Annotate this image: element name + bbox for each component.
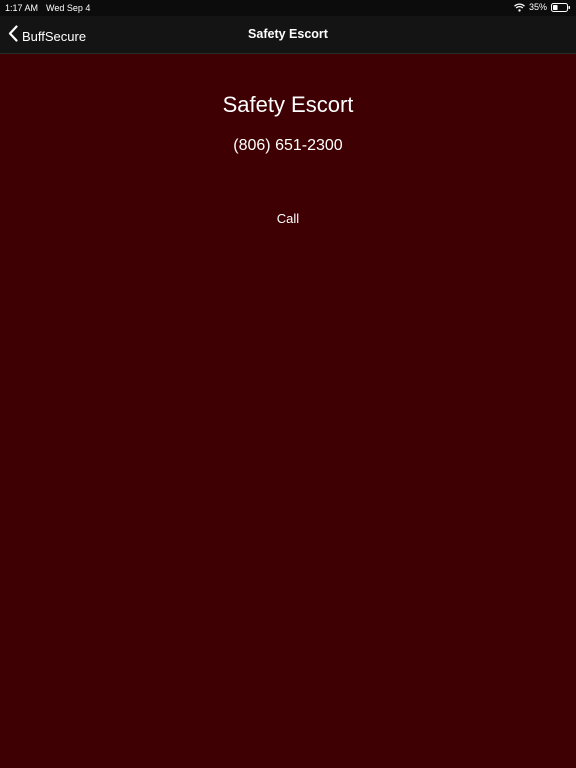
battery-percent: 35%	[528, 2, 547, 12]
call-button[interactable]: Call	[258, 208, 318, 228]
status-indicators: 35%	[514, 2, 571, 12]
status-date: Wed Sep 4	[46, 3, 91, 13]
status-bar: 1:17 AM Wed Sep 4 35%	[0, 0, 576, 16]
phone-number: (806) 651-2300	[233, 137, 343, 154]
content-area: Safety Escort (806) 651-2300 Call	[0, 54, 576, 768]
navigation-bar: BuffSecure Safety Escort	[0, 16, 576, 54]
status-time: 1:17 AM	[5, 3, 39, 13]
wifi-icon	[514, 2, 525, 12]
battery-icon	[551, 2, 571, 12]
page-title: Safety Escort	[222, 92, 354, 117]
app-screen: 1:17 AM Wed Sep 4 35% BuffSecure Safety …	[0, 0, 576, 768]
nav-title: Safety Escort	[248, 27, 328, 41]
